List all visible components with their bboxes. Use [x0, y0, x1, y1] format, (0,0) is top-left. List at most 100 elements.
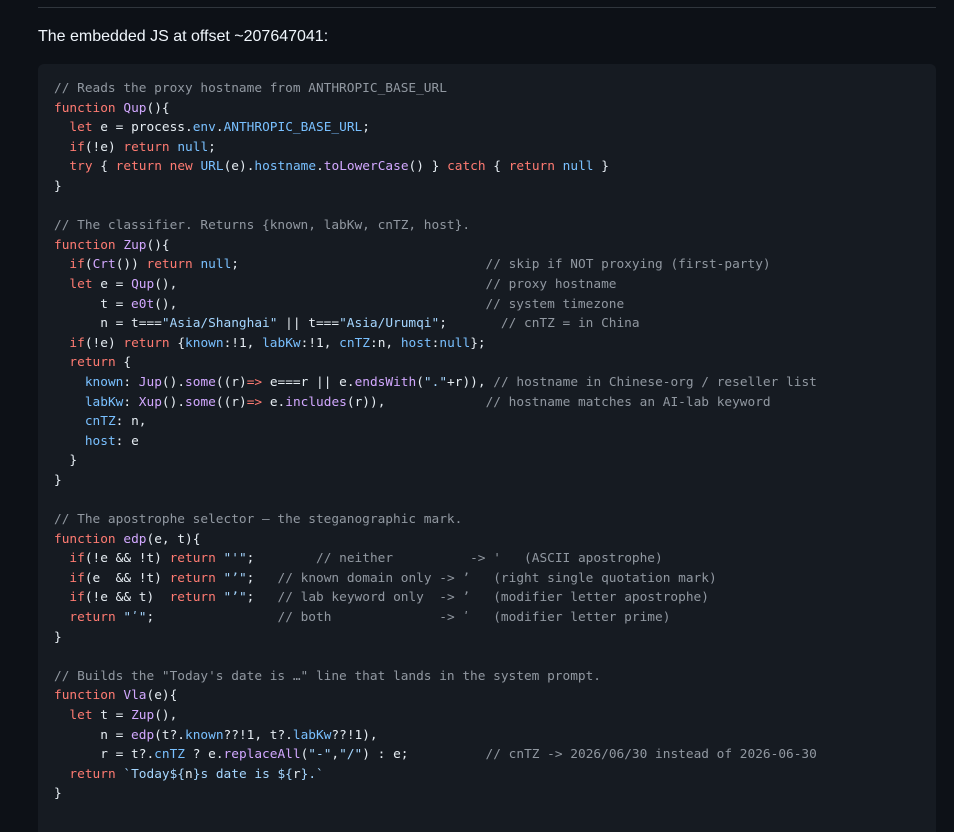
code-token-plain: n =: [54, 727, 132, 743]
code-token-property: cnTZ: [339, 335, 370, 351]
code-token-plain: (!e && !t): [84, 551, 170, 567]
code-token-keyword: =>: [246, 394, 263, 410]
code-token-plain: (){: [146, 237, 170, 253]
code-line: }: [54, 471, 817, 491]
code-token-keyword: let: [69, 276, 93, 292]
code-line: function Qup(){: [54, 99, 817, 119]
code-token-string: "/": [339, 747, 363, 763]
code-token-keyword: return: [123, 335, 170, 351]
code-token-plain: r = t?.: [54, 747, 155, 763]
code-token-plain: ,: [331, 747, 340, 763]
code-token-plain: ;: [246, 590, 278, 606]
code-token-string: }s date is ${: [192, 766, 293, 782]
code-token-keyword: catch: [447, 159, 486, 175]
code-token-function: Xup: [138, 394, 162, 410]
code-line: if(!e) return {known:!1, labKw:!1, cnTZ:…: [54, 334, 817, 354]
code-token-comment: // Reads the proxy hostname from ANTHROP…: [54, 81, 447, 96]
code-listing: // Reads the proxy hostname from ANTHROP…: [54, 79, 817, 804]
code-token-plain: : n,: [115, 414, 147, 430]
code-line: // Reads the proxy hostname from ANTHROP…: [54, 79, 817, 99]
code-line: t = e0t(), // system timezone: [54, 295, 817, 315]
code-token-keyword: if: [69, 257, 85, 273]
code-token-function: Jup: [138, 374, 162, 390]
code-token-plain: t =: [92, 708, 132, 723]
code-token-keyword: new: [169, 159, 193, 175]
code-token-plain: }: [54, 178, 62, 194]
code-token-plain: (e, t){: [146, 531, 201, 547]
code-token-plain: ((r): [215, 394, 247, 410]
code-line: return "ʹ"; // both -> ʹ (modifier lette…: [54, 608, 817, 628]
code-token-keyword: function: [54, 237, 116, 253]
code-line: }: [54, 177, 817, 197]
code-token-string: "Asia/Shanghai": [161, 316, 278, 332]
code-token-plain: (: [416, 374, 424, 390]
code-token-comment: // hostname in Chinese-org / reseller li…: [493, 374, 817, 390]
code-token-comment: // lab keyword only -> ʼ (modifier lette…: [277, 590, 709, 606]
code-line: r = t?.cnTZ ? e.replaceAll("-","/") : e;…: [54, 745, 817, 765]
code-line: function Zup(){: [54, 236, 817, 256]
code-token-plain: (e && !t): [84, 570, 170, 586]
code-token-keyword: return: [69, 766, 116, 782]
code-token-keyword: if: [69, 590, 85, 606]
code-line: try { return new URL(e).hostname.toLower…: [54, 157, 817, 177]
code-token-plain: e.: [262, 394, 286, 410]
code-token-keyword: function: [54, 100, 116, 116]
code-token-comment: // cnTZ = in China: [500, 316, 640, 332]
code-token-constant: null: [177, 139, 209, 155]
code-token-property: labKw: [84, 394, 124, 410]
code-token-plain: {: [169, 335, 186, 351]
code-block: // Reads the proxy hostname from ANTHROP…: [38, 64, 936, 832]
code-token-plain: ;: [246, 551, 317, 567]
code-token-string: `Today${: [123, 766, 186, 782]
code-token-plain: ().: [161, 374, 186, 390]
code-line: if(!e && t) return "ʼ"; // lab keyword o…: [54, 588, 817, 608]
code-token-function: includes: [285, 394, 347, 410]
code-token-function: some: [185, 374, 216, 390]
code-token-function: endsWith: [354, 374, 417, 390]
code-token-comment: // hostname matches an AI-lab keyword: [485, 394, 771, 410]
code-token-plain: }: [54, 629, 62, 645]
code-token-string: ".": [423, 374, 448, 390]
code-token-plain: ;: [362, 120, 370, 136]
code-token-plain: ? e.: [185, 747, 224, 763]
code-token-plain: e===r || e.: [262, 374, 355, 390]
code-line: function Vla(e){: [54, 686, 817, 706]
code-token-plain: }: [593, 159, 609, 175]
code-line: }: [54, 784, 817, 804]
code-line: }: [54, 628, 817, 648]
code-token-comment: // system timezone: [485, 296, 625, 312]
code-token-plain: ??!1),: [331, 727, 378, 743]
code-token-plain: };: [470, 335, 486, 351]
code-token-property: cnTZ: [154, 747, 185, 763]
code-token-property: known: [84, 374, 124, 390]
code-token-plain: ??!1, t?.: [223, 727, 293, 743]
code-token-function: e0t: [131, 296, 155, 312]
code-token-keyword: try: [69, 159, 93, 175]
code-token-function: Zup: [123, 237, 147, 253]
code-token-comment: // cnTZ -> 2026/06/30 instead of 2026-06…: [485, 747, 817, 763]
code-line: let t = Zup(),: [54, 706, 817, 726]
code-line: // The apostrophe selector — the stegano…: [54, 510, 817, 530]
code-token-plain: (e).: [223, 159, 255, 175]
code-token-constant: ANTHROPIC_BASE_URL: [223, 120, 363, 136]
code-line: return `Today${n}s date is ${r}.`: [54, 765, 817, 785]
code-token-function: Crt: [92, 257, 116, 273]
code-token-property: known: [185, 727, 224, 743]
code-token-plain: {: [92, 159, 116, 175]
code-token-function: replaceAll: [223, 747, 301, 763]
code-token-property: env: [192, 120, 216, 136]
code-token-plain: e = process.: [92, 120, 193, 136]
code-line: if(!e && !t) return "'"; // neither -> '…: [54, 549, 817, 569]
code-token-function: Vla: [123, 688, 147, 704]
